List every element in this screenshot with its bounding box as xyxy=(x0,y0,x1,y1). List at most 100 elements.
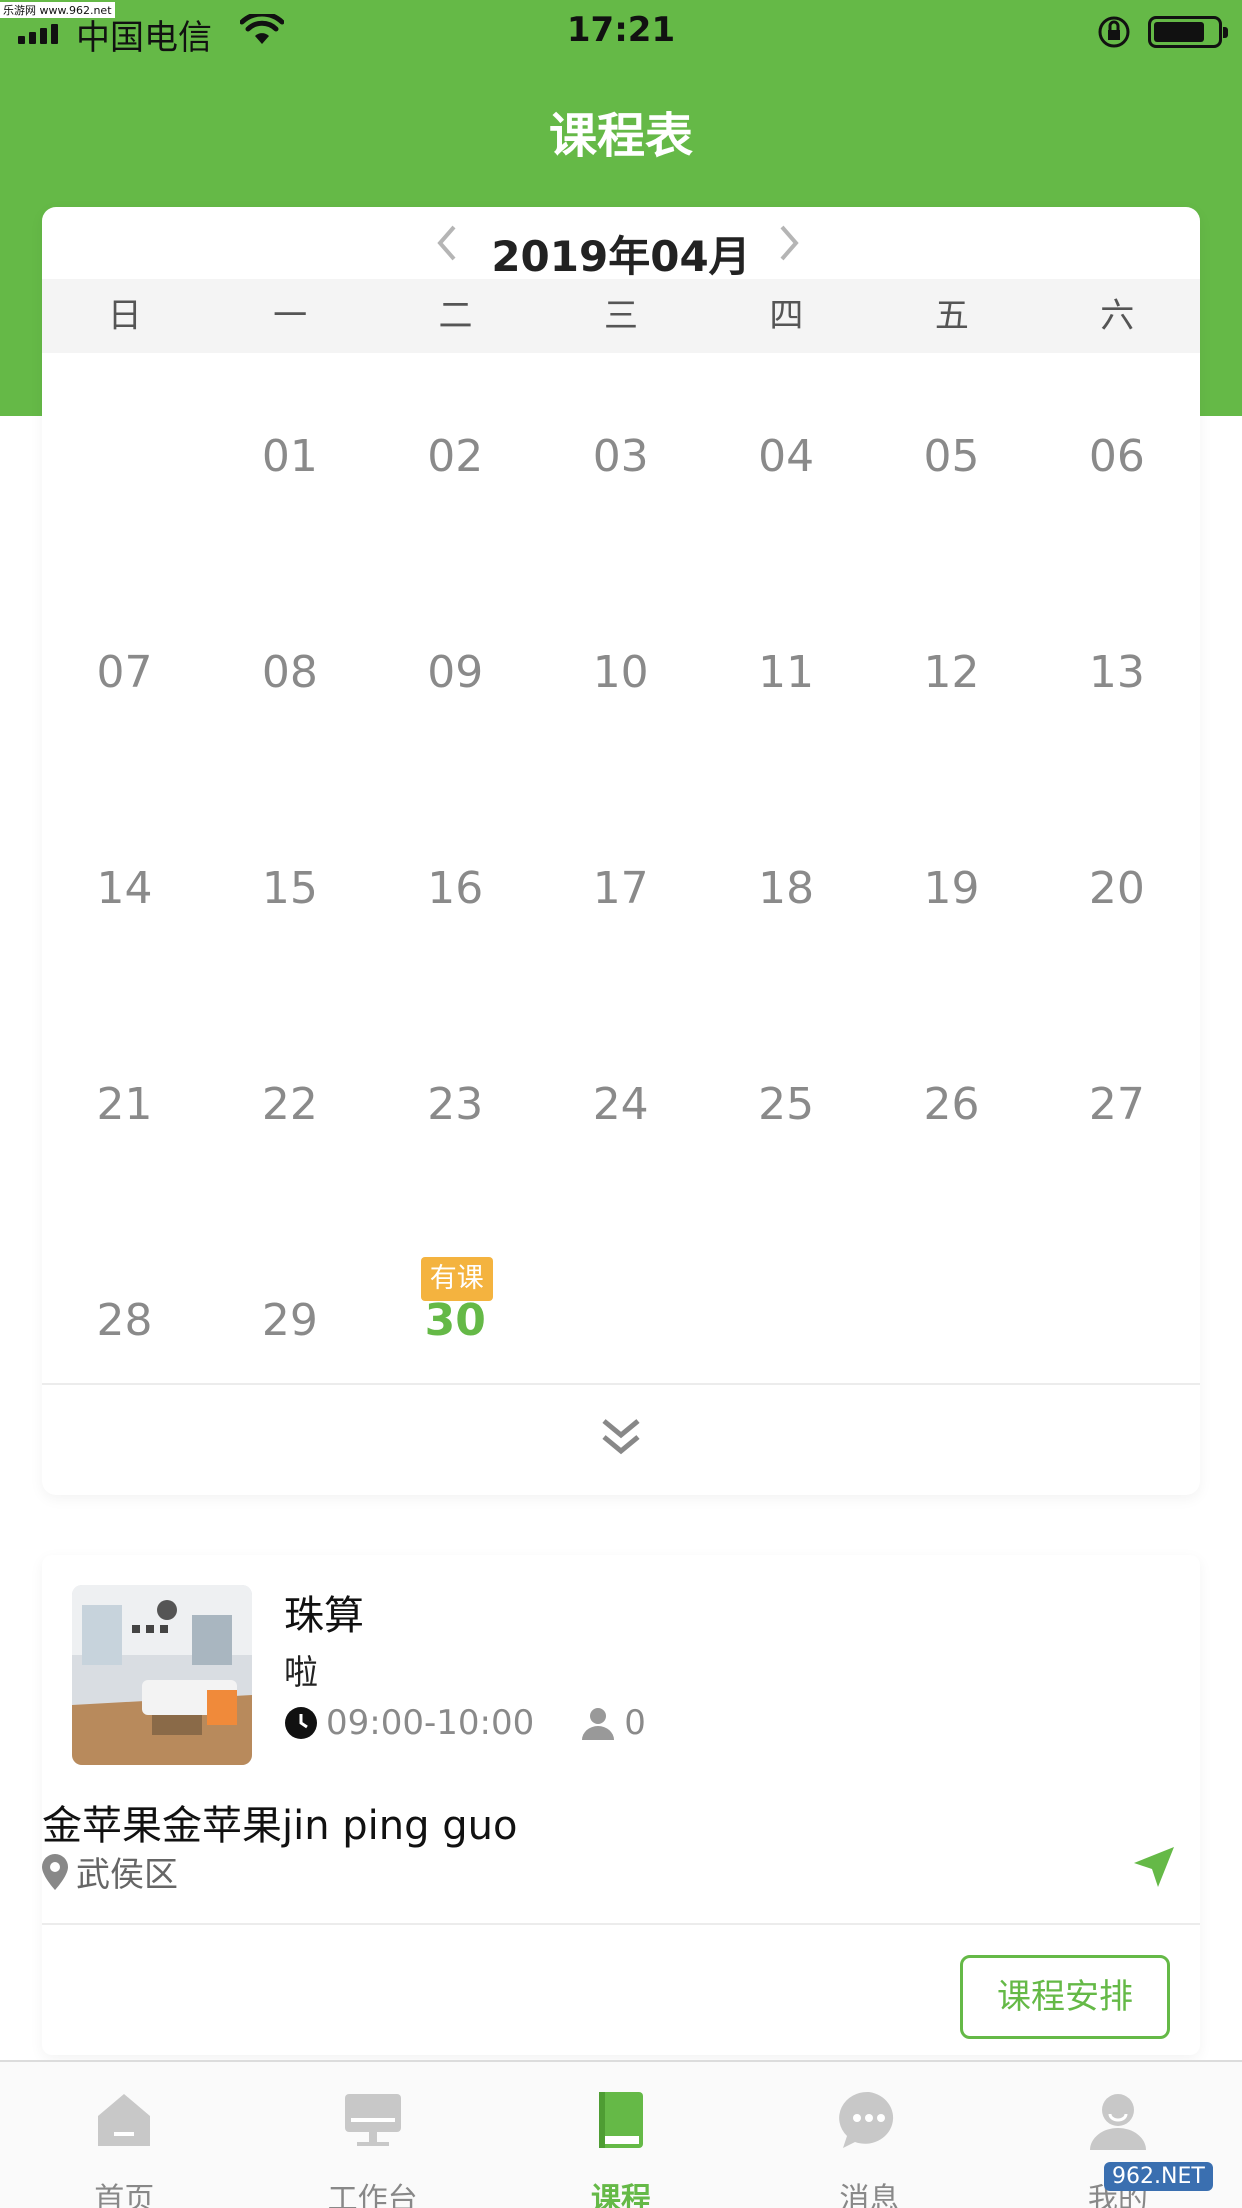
calendar-day[interactable]: 29 xyxy=(207,1217,372,1433)
rotation-lock-icon xyxy=(1096,14,1132,54)
weekday-header: 日 一 二 三 四 五 六 xyxy=(42,279,1200,353)
clock-icon xyxy=(284,1706,318,1740)
calendar-day[interactable]: 27 xyxy=(1034,1001,1199,1217)
day-number: 12 xyxy=(923,647,980,698)
day-number: 26 xyxy=(923,1079,980,1130)
calendar-day[interactable]: 18 xyxy=(704,785,869,1001)
location-district-row: 武侯区 xyxy=(42,1847,178,1896)
course-time: 09:00-10:00 xyxy=(326,1703,535,1743)
calendar-day[interactable]: 04 xyxy=(704,353,869,569)
card-divider xyxy=(42,1923,1200,1925)
course-thumbnail xyxy=(72,1585,252,1765)
day-number: 06 xyxy=(1088,431,1145,482)
tab-label: 课程 xyxy=(591,2182,652,2208)
day-number: 21 xyxy=(96,1079,153,1130)
desktop-icon xyxy=(341,2088,405,2156)
day-number: 14 xyxy=(96,863,153,914)
calendar-day[interactable]: 02 xyxy=(373,353,538,569)
person-icon xyxy=(580,1706,616,1740)
day-number: 11 xyxy=(758,647,815,698)
clock: 17:21 xyxy=(566,10,676,50)
tab-workbench[interactable]: 工作台 xyxy=(248,2062,496,2208)
day-number: 23 xyxy=(427,1079,484,1130)
student-count: 0 xyxy=(624,1703,646,1743)
day-number: 25 xyxy=(758,1079,815,1130)
calendar-day[interactable]: 24 xyxy=(538,1001,703,1217)
page-title: 课程表 xyxy=(548,108,693,164)
month-label: 2019年04月 xyxy=(491,232,751,281)
calendar-day[interactable]: 08 xyxy=(207,569,372,785)
home-icon xyxy=(92,2088,156,2156)
calendar-day[interactable]: 15 xyxy=(207,785,372,1001)
month-selector: 2019年04月 xyxy=(42,207,1200,281)
calendar-day[interactable]: 09 xyxy=(373,569,538,785)
expand-calendar-icon[interactable] xyxy=(596,1415,646,1463)
course-subtitle: 啦 xyxy=(284,1653,318,1693)
calendar-day[interactable]: 有课 30 xyxy=(373,1217,538,1433)
day-number: 20 xyxy=(1088,863,1145,914)
book-icon xyxy=(589,2088,653,2156)
course-arrange-button[interactable]: 课程安排 xyxy=(960,1955,1170,2039)
course-time-row: 09:00-10:00 0 xyxy=(284,1703,646,1743)
day-number: 03 xyxy=(592,431,649,482)
course-card[interactable]: 珠算 啦 09:00-10:00 0 金苹果金苹果jin ping guo 武侯… xyxy=(42,1555,1200,2055)
calendar-divider xyxy=(42,1383,1200,1385)
location-pin-icon xyxy=(42,1853,68,1890)
day-number: 08 xyxy=(261,647,318,698)
tab-course[interactable]: 课程 xyxy=(497,2062,745,2208)
weekday-label: 日 xyxy=(107,296,142,336)
calendar-day[interactable]: 20 xyxy=(1034,785,1199,1001)
day-number: 27 xyxy=(1088,1079,1145,1130)
weekday-label: 五 xyxy=(934,296,969,336)
site-watermark: 962.NET xyxy=(1104,2162,1213,2191)
calendar-day[interactable]: 16 xyxy=(373,785,538,1001)
calendar-day[interactable]: 14 xyxy=(42,785,207,1001)
day-number: 16 xyxy=(427,863,484,914)
calendar-day[interactable]: 26 xyxy=(869,1001,1034,1217)
calendar-day[interactable]: 03 xyxy=(538,353,703,569)
next-month-chevron-icon[interactable] xyxy=(778,223,802,270)
day-number: 22 xyxy=(261,1079,318,1130)
tab-label: 工作台 xyxy=(327,2182,418,2208)
calendar-day[interactable]: 12 xyxy=(869,569,1034,785)
calendar-day[interactable]: 21 xyxy=(42,1001,207,1217)
weekday-label: 六 xyxy=(1100,296,1135,336)
day-number: 10 xyxy=(592,647,649,698)
chat-icon xyxy=(837,2088,901,2156)
calendar-day[interactable]: 17 xyxy=(538,785,703,1001)
calendar-day[interactable]: 01 xyxy=(207,353,372,569)
day-number: 13 xyxy=(1088,647,1145,698)
calendar-day[interactable]: 06 xyxy=(1034,353,1199,569)
calendar-day[interactable]: 22 xyxy=(207,1001,372,1217)
day-number: 02 xyxy=(427,431,484,482)
day-number: 28 xyxy=(96,1295,153,1346)
day-number: 30 xyxy=(424,1295,486,1346)
status-bar: 乐游网 www.962.net 中国电信 17:21 xyxy=(0,0,1242,62)
weekday-label: 四 xyxy=(769,296,804,336)
calendar-day[interactable]: 25 xyxy=(704,1001,869,1217)
weekday-label: 三 xyxy=(603,296,638,336)
battery-icon xyxy=(1148,16,1228,48)
calendar-day[interactable]: 13 xyxy=(1034,569,1199,785)
tab-home[interactable]: 首页 xyxy=(0,2062,248,2208)
day-number: 07 xyxy=(96,647,153,698)
calendar-day[interactable]: 11 xyxy=(704,569,869,785)
tab-messages[interactable]: 消息 xyxy=(745,2062,993,2208)
calendar-card: 2019年04月 日 一 二 三 四 五 六 01 02 03 04 05 06 07 08 0… xyxy=(42,207,1200,1495)
navigate-send-icon[interactable] xyxy=(1132,1845,1176,1893)
calendar-day[interactable]: 05 xyxy=(869,353,1034,569)
user-icon xyxy=(1086,2088,1150,2156)
calendar-day[interactable]: 07 xyxy=(42,569,207,785)
calendar-day[interactable]: 19 xyxy=(869,785,1034,1001)
day-number: 04 xyxy=(758,431,815,482)
day-number: 24 xyxy=(592,1079,649,1130)
day-number: 19 xyxy=(923,863,980,914)
tab-bar: 首页 工作台 课程 消息 我的 xyxy=(0,2060,1242,2208)
calendar-day[interactable]: 10 xyxy=(538,569,703,785)
tab-label: 消息 xyxy=(839,2182,900,2208)
day-number: 17 xyxy=(592,863,649,914)
day-number: 05 xyxy=(923,431,980,482)
calendar-day[interactable]: 28 xyxy=(42,1217,207,1433)
day-number: 15 xyxy=(261,863,318,914)
calendar-day[interactable]: 23 xyxy=(373,1001,538,1217)
